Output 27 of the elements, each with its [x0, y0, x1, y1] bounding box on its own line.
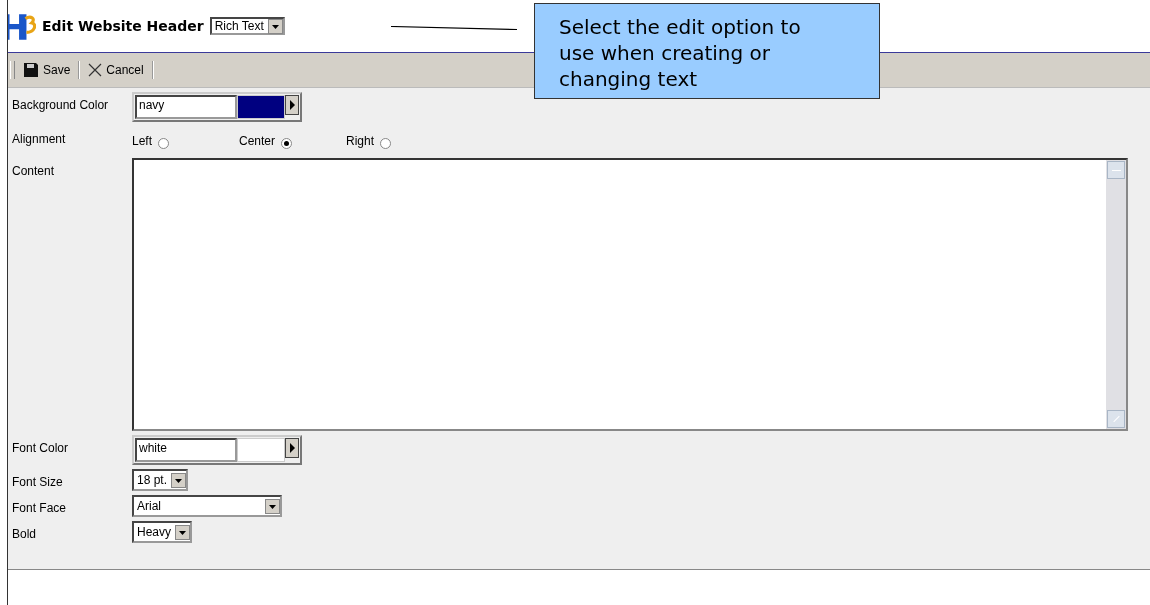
- color-text-field[interactable]: navy: [135, 95, 237, 119]
- radio-label: Center: [239, 133, 276, 150]
- callout-box: Select the edit option to use when creating or changing text: [534, 3, 880, 99]
- page-title: Edit Website Header: [42, 18, 204, 34]
- resize-icon: [1107, 410, 1125, 428]
- close-icon: [88, 63, 103, 77]
- minimize-icon: [1107, 161, 1125, 179]
- field-label: Font Color: [12, 440, 70, 457]
- field-label: Background Color: [12, 97, 110, 114]
- field-label: Font Face: [12, 500, 68, 517]
- dropdown-select[interactable]: 18 pt.: [132, 469, 189, 491]
- field-label: Alignment: [12, 131, 67, 148]
- radio-button[interactable]: [158, 138, 169, 149]
- cancel-button[interactable]: Cancel: [86, 63, 146, 77]
- field-label: Font Size: [12, 474, 64, 491]
- radio-label: Right: [346, 133, 374, 150]
- radio-button[interactable]: [281, 138, 293, 149]
- radio-button[interactable]: [380, 138, 391, 149]
- color-text-field[interactable]: white: [135, 438, 237, 462]
- radio-label: Left: [132, 133, 152, 150]
- scrollbar[interactable]: [1106, 160, 1126, 429]
- field-label: Content: [12, 163, 56, 180]
- dropdown-select[interactable]: Heavy: [132, 521, 192, 543]
- editor-select[interactable]: Rich Text: [209, 17, 285, 35]
- save-button[interactable]: Save: [21, 62, 73, 78]
- field-label: Bold: [12, 526, 38, 543]
- dropdown-select[interactable]: Arial: [132, 495, 282, 517]
